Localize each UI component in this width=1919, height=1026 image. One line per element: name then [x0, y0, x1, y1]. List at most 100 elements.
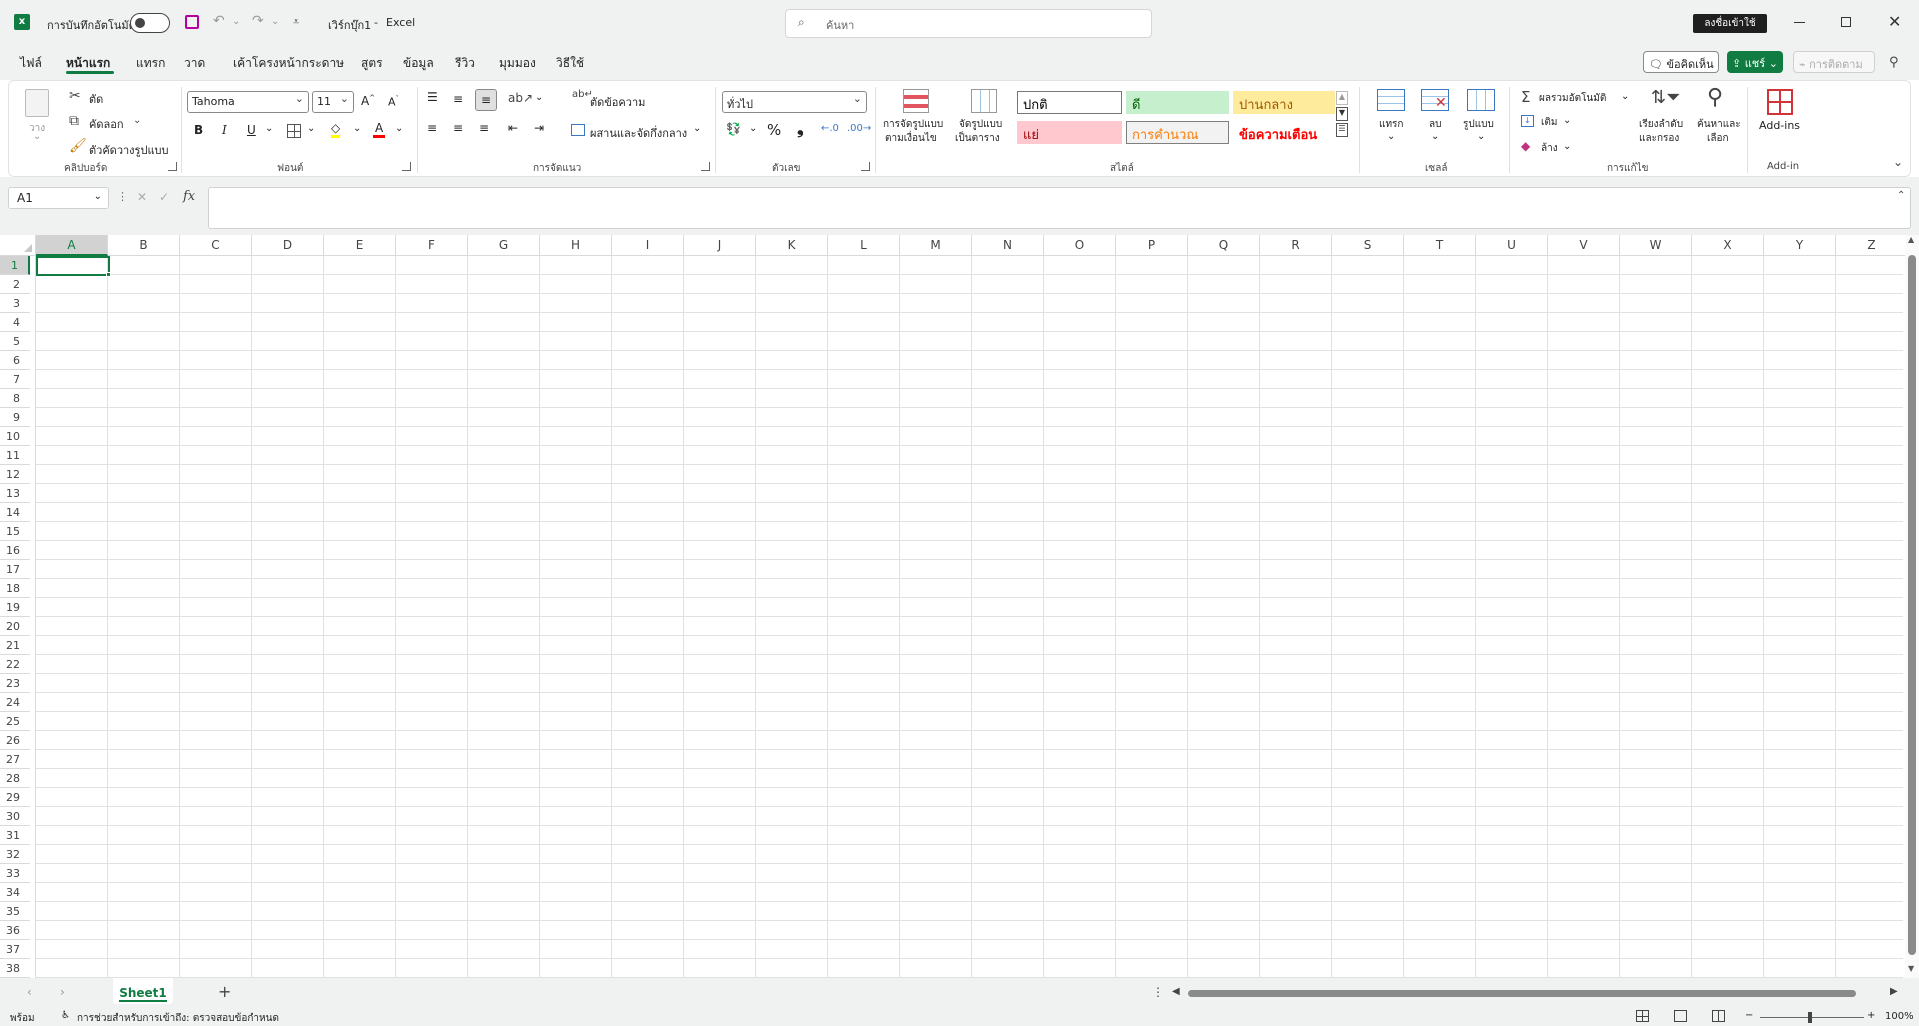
hscroll-right-icon[interactable]: ▶ — [1890, 986, 1898, 997]
clear-dropdown-icon[interactable]: ⌄ — [1563, 141, 1571, 152]
column-header[interactable]: Z — [1836, 235, 1908, 256]
row-header[interactable]: 27 — [0, 750, 30, 769]
currency-icon[interactable]: 💱 — [726, 122, 741, 136]
insert-function-button[interactable]: fx — [183, 189, 195, 204]
align-left-icon[interactable]: ≡ — [427, 121, 437, 135]
merge-dropdown-icon[interactable]: ⌄ — [693, 123, 701, 134]
column-header[interactable]: C — [180, 235, 252, 256]
zoom-slider-thumb[interactable] — [1808, 1012, 1812, 1023]
accessibility-status[interactable]: การช่วยสำหรับการเข้าถึง: ตรวจสอบข้อกำหนด — [77, 1011, 279, 1026]
cell-style-item[interactable]: ข้อความเตือน — [1233, 121, 1335, 144]
clear-icon[interactable]: ◆ — [1521, 139, 1530, 153]
tab-data[interactable]: ข้อมูล — [403, 54, 434, 73]
decrease-font-icon[interactable]: Aˇ — [388, 95, 399, 109]
font-size-dropdown[interactable]: 11 — [312, 91, 354, 113]
tab-help[interactable]: วิธีใช้ — [556, 54, 584, 73]
row-header[interactable]: 5 — [0, 332, 30, 351]
align-bottom-icon[interactable]: ≡ — [475, 89, 497, 111]
number-format-dropdown[interactable]: ทั่วไป — [722, 91, 867, 113]
row-header[interactable]: 6 — [0, 351, 30, 370]
format-cells-button[interactable]: รูปแบบ ⌄ — [1461, 87, 1501, 153]
bold-button[interactable]: B — [194, 123, 203, 137]
format-painter-icon[interactable]: 🖌 — [69, 139, 87, 153]
row-header[interactable]: 33 — [0, 864, 30, 883]
vertical-scroll-thumb[interactable] — [1908, 255, 1916, 955]
column-header[interactable]: S — [1332, 235, 1404, 256]
cell-style-item[interactable]: แย่ — [1017, 121, 1122, 144]
vertical-scrollbar[interactable]: ▲ ▼ — [1905, 235, 1919, 978]
row-header[interactable]: 36 — [0, 921, 30, 940]
copy-dropdown-icon[interactable]: ⌄ — [133, 115, 141, 126]
borders-dropdown-icon[interactable]: ⌄ — [307, 123, 315, 134]
zoom-out-button[interactable]: − — [1745, 1010, 1753, 1021]
column-header[interactable]: L — [828, 235, 900, 256]
column-header[interactable]: Y — [1764, 235, 1836, 256]
page-layout-view-icon[interactable] — [1674, 1010, 1687, 1022]
increase-indent-icon[interactable]: ⇥ — [534, 121, 544, 135]
horizontal-scroll-thumb[interactable] — [1188, 990, 1856, 997]
merge-center-label[interactable]: ผสานและจัดกึ่งกลาง — [590, 124, 687, 142]
column-header[interactable]: V — [1548, 235, 1620, 256]
row-header[interactable]: 24 — [0, 693, 30, 712]
tab-page-layout[interactable]: เค้าโครงหน้ากระดาษ — [233, 54, 344, 73]
fill-label[interactable]: เติม — [1541, 115, 1558, 130]
row-header[interactable]: 35 — [0, 902, 30, 921]
column-header[interactable]: I — [612, 235, 684, 256]
column-header[interactable]: B — [108, 235, 180, 256]
signin-button[interactable]: ลงชื่อเข้าใช้ — [1693, 14, 1767, 33]
row-header[interactable]: 37 — [0, 940, 30, 959]
row-header[interactable]: 17 — [0, 560, 30, 579]
expand-formula-icon[interactable]: ⌃ — [1897, 190, 1905, 201]
row-header[interactable]: 32 — [0, 845, 30, 864]
paste-button[interactable]: วาง ⌄ — [19, 87, 55, 143]
zoom-slider-track[interactable] — [1760, 1017, 1864, 1018]
copy-label[interactable]: คัดลอก — [89, 115, 124, 133]
row-header[interactable]: 20 — [0, 617, 30, 636]
row-header[interactable]: 18 — [0, 579, 30, 598]
row-header[interactable]: 30 — [0, 807, 30, 826]
page-break-view-icon[interactable] — [1712, 1010, 1725, 1022]
insert-cells-button[interactable]: แทรก ⌄ — [1373, 87, 1409, 153]
zoom-in-button[interactable]: + — [1867, 1010, 1875, 1021]
row-header[interactable]: 9 — [0, 408, 30, 427]
prev-sheet-icon[interactable]: ‹ — [27, 985, 32, 999]
row-header[interactable]: 11 — [0, 446, 30, 465]
column-header[interactable]: N — [972, 235, 1044, 256]
column-header[interactable]: J — [684, 235, 756, 256]
cells-area[interactable] — [36, 256, 1903, 978]
row-header[interactable]: 13 — [0, 484, 30, 503]
row-header[interactable]: 3 — [0, 294, 30, 313]
orientation-dropdown-icon[interactable]: ⌄ — [535, 92, 543, 103]
row-header[interactable]: 16 — [0, 541, 30, 560]
row-header[interactable]: 2 — [0, 275, 30, 294]
font-color-dropdown-icon[interactable]: ⌄ — [395, 123, 403, 134]
column-header[interactable]: K — [756, 235, 828, 256]
column-header[interactable]: O — [1044, 235, 1116, 256]
fill-handle[interactable] — [106, 272, 111, 277]
collapse-ribbon-icon[interactable]: ⌄ — [1893, 155, 1903, 169]
redo-icon[interactable]: ↷ — [252, 14, 264, 28]
column-header[interactable]: E — [324, 235, 396, 256]
format-painter-label[interactable]: ตัวคัดวางรูปแบบ — [89, 141, 169, 159]
increase-decimal-icon[interactable]: ←.0 — [821, 123, 839, 134]
cell-style-item[interactable]: ดี — [1126, 91, 1229, 114]
column-header[interactable]: R — [1260, 235, 1332, 256]
save-icon[interactable] — [185, 15, 199, 29]
increase-font-icon[interactable]: A^ — [361, 94, 375, 108]
formula-input[interactable] — [208, 187, 1911, 229]
sort-filter-button[interactable]: ⇅⏷ เรียงลำดับ และกรอง — [1637, 87, 1689, 153]
orientation-icon[interactable]: ab↗ — [508, 91, 533, 105]
column-header[interactable]: W — [1620, 235, 1692, 256]
row-header[interactable]: 15 — [0, 522, 30, 541]
column-header[interactable]: F — [396, 235, 468, 256]
cut-label[interactable]: ตัด — [89, 90, 103, 108]
tab-file[interactable]: ไฟล์ — [20, 54, 42, 73]
normal-view-icon[interactable] — [1636, 1010, 1649, 1022]
cut-icon[interactable]: ✂ — [69, 89, 81, 103]
fill-color-icon[interactable]: ◇ — [331, 121, 341, 138]
row-header[interactable]: 7 — [0, 370, 30, 389]
tab-review[interactable]: รีวิว — [455, 54, 475, 73]
row-header[interactable]: 12 — [0, 465, 30, 484]
column-header[interactable]: X — [1692, 235, 1764, 256]
customize-toolbar-icon[interactable]: ⩡ — [293, 15, 299, 29]
